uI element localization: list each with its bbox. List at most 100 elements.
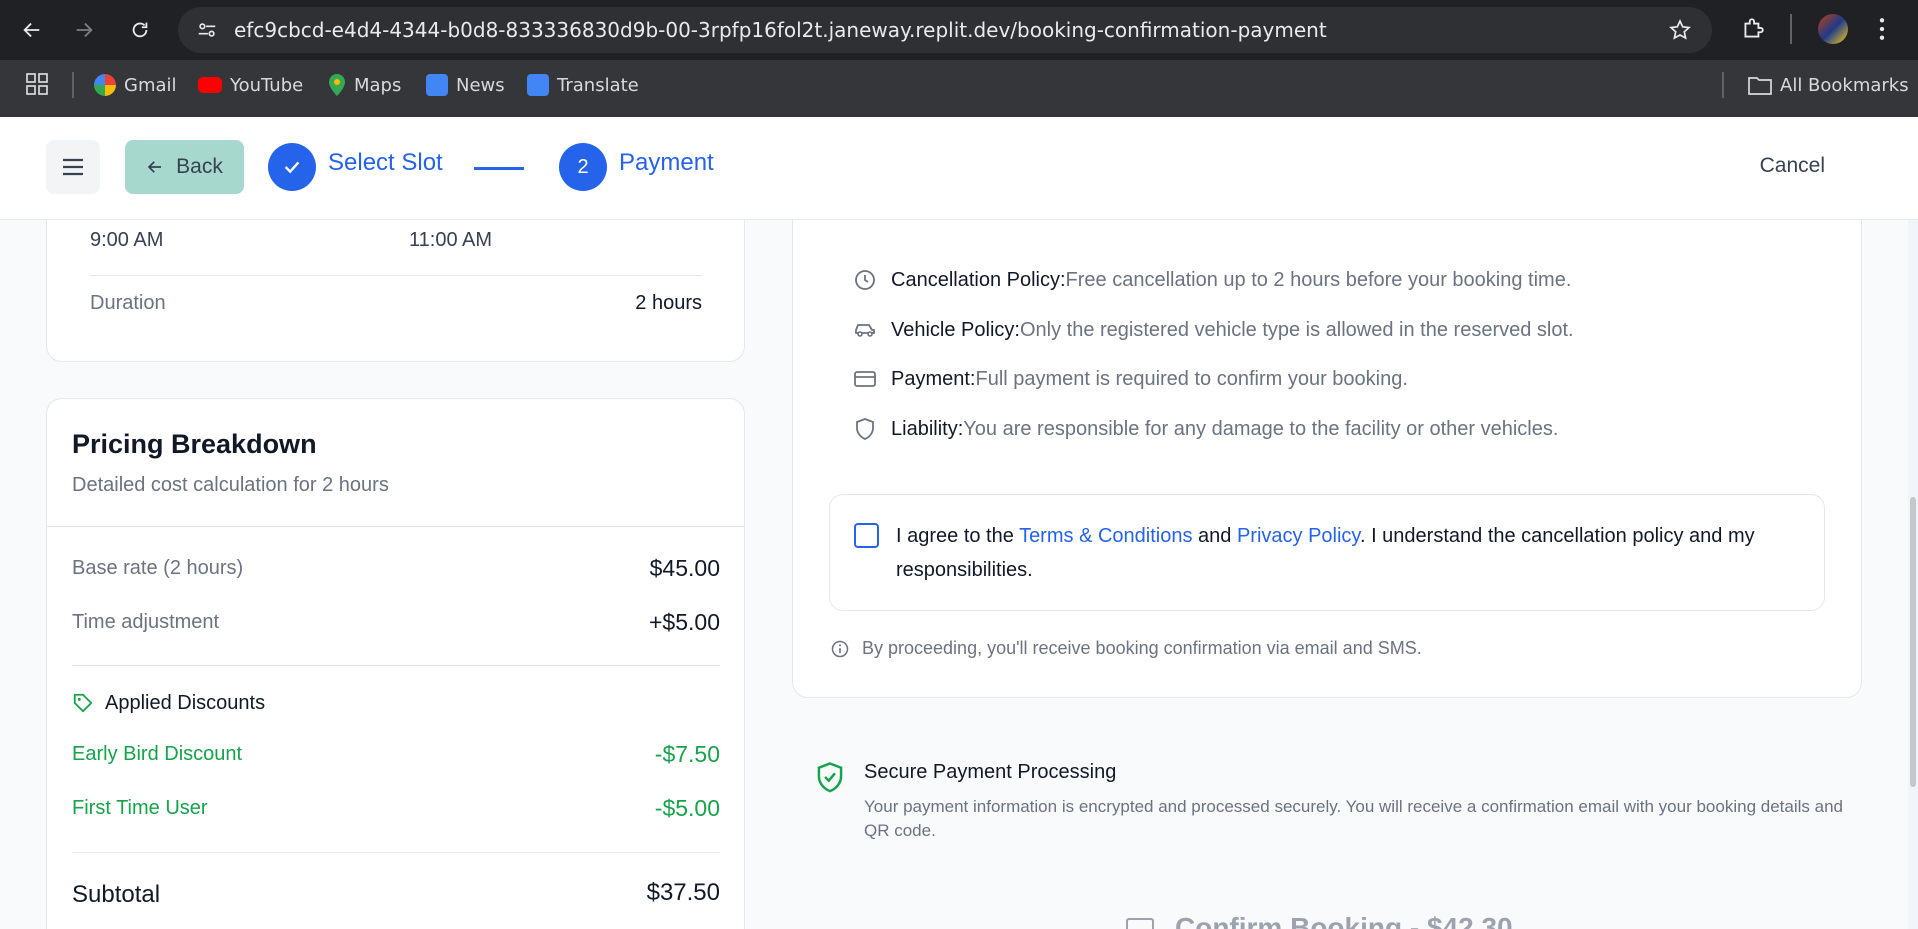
policy-description: Free cancellation up to 2 hours before y…: [1065, 268, 1572, 291]
privacy-link[interactable]: Privacy Policy: [1237, 525, 1360, 547]
bookmark-divider: [1722, 72, 1724, 98]
bookmark-label: Translate: [557, 74, 639, 96]
policy-description: Only the registered vehicle type is allo…: [1019, 318, 1574, 341]
discount-value: -$7.50: [654, 741, 720, 767]
applied-discounts-title: Applied Discounts: [105, 692, 266, 714]
maps-pin-icon: [329, 74, 345, 96]
pricing-title: Pricing Breakdown: [72, 429, 317, 459]
terms-checkbox[interactable]: [854, 523, 879, 548]
back-button[interactable]: Back: [125, 140, 244, 194]
pricing-breakdown-card: Pricing Breakdown Detailed cost calculat…: [46, 398, 745, 929]
translate-icon: [527, 74, 549, 96]
back-button-label: Back: [176, 155, 223, 178]
subtotal-value: $37.50: [646, 879, 720, 906]
star-icon[interactable]: [1668, 18, 1692, 47]
time-adjustment-value: +$5.00: [649, 609, 720, 635]
bookmark-translate[interactable]: Translate: [527, 70, 639, 100]
base-rate-value: $45.00: [649, 555, 720, 581]
policy-title: Vehicle Policy:: [891, 318, 1020, 341]
bookmark-youtube[interactable]: YouTube: [198, 70, 303, 100]
scrollbar-track[interactable]: [1908, 117, 1918, 929]
vehicle-policy-row: Vehicle Policy:Only the registered vehic…: [853, 315, 1574, 345]
agreement-prefix: I agree to the: [896, 525, 1020, 547]
agreement-text: I agree to the Terms & Conditions and Pr…: [896, 519, 1796, 587]
folder-icon: [1748, 77, 1772, 95]
credit-card-icon: [1126, 918, 1154, 929]
divider: [47, 526, 744, 527]
policy-description: You are responsible for any damage to th…: [963, 417, 1559, 440]
reload-icon[interactable]: [124, 14, 156, 46]
discount-label: Early Bird Discount: [72, 743, 243, 765]
policy-title: Payment:: [891, 367, 976, 390]
info-icon: [830, 639, 850, 664]
divider: [72, 852, 720, 853]
profile-avatar[interactable]: [1818, 14, 1848, 44]
policy-title: Cancellation Policy:: [891, 268, 1066, 291]
youtube-icon: [198, 77, 222, 93]
clock-icon: [855, 270, 875, 290]
start-time: 9:00 AM: [90, 229, 164, 251]
step-connector: [474, 167, 524, 170]
confirmation-notice: By proceeding, you'll receive booking co…: [862, 638, 1422, 658]
shield-check-icon: [815, 761, 845, 798]
bookmark-label: YouTube: [230, 74, 304, 96]
toolbar-divider: [1790, 14, 1792, 44]
confirm-booking-label: Confirm Booking - $42.30: [1175, 912, 1513, 929]
browser-toolbar: efc9cbcd-e4d4-4344-b0d8-833336830d9b-00-…: [0, 0, 1918, 60]
payment-policy-row: Payment:Full payment is required to conf…: [853, 364, 1408, 394]
time-adjustment-label: Time adjustment: [72, 611, 220, 633]
forward-arrow-icon[interactable]: [68, 14, 100, 46]
step-2-number: 2: [559, 143, 607, 191]
arrow-left-icon: [147, 161, 162, 173]
bookmark-label: Maps: [354, 74, 402, 96]
base-rate-label: Base rate (2 hours): [72, 557, 244, 579]
liability-policy-row: Liability:You are responsible for any da…: [853, 414, 1558, 444]
all-bookmarks[interactable]: All Bookmarks: [1748, 70, 1909, 100]
extensions-icon[interactable]: [1740, 16, 1766, 47]
divider: [90, 275, 702, 276]
back-arrow-icon[interactable]: [16, 14, 48, 46]
agreement-middle: and: [1192, 525, 1237, 547]
divider: [72, 665, 720, 666]
duration-label: Duration: [90, 292, 166, 314]
kebab-menu-icon[interactable]: [1876, 16, 1888, 47]
bookmark-label: All Bookmarks: [1780, 74, 1909, 96]
tag-icon: [72, 692, 94, 719]
discount-value: -$5.00: [654, 795, 720, 821]
credit-card-icon: [854, 371, 876, 387]
pricing-subtitle: Detailed cost calculation for 2 hours: [72, 474, 389, 496]
bookmark-divider: [72, 72, 74, 98]
policy-title: Liability:: [891, 417, 964, 440]
secure-title: Secure Payment Processing: [864, 761, 1117, 783]
google-icon: [94, 74, 116, 96]
bookmark-label: Gmail: [124, 74, 177, 96]
terms-agreement-box: I agree to the Terms & Conditions and Pr…: [829, 494, 1825, 611]
policies-card: Cancellation Policy:Free cancellation up…: [792, 160, 1862, 698]
bookmark-maps[interactable]: Maps: [328, 70, 401, 100]
bookmark-news[interactable]: News: [426, 70, 505, 100]
cancel-button[interactable]: Cancel: [1760, 154, 1825, 178]
step-2-label: Payment: [619, 149, 714, 176]
site-info-icon[interactable]: [196, 19, 218, 46]
duration-value: 2 hours: [635, 292, 702, 314]
discount-label: First Time User: [72, 797, 208, 819]
url-text: efc9cbcd-e4d4-4344-b0d8-833336830d9b-00-…: [234, 18, 1327, 42]
menu-button[interactable]: [46, 140, 100, 194]
policy-description: Full payment is required to confirm your…: [975, 367, 1408, 390]
shield-icon: [856, 418, 874, 440]
terms-link[interactable]: Terms & Conditions: [1019, 525, 1192, 547]
step-1-complete: [268, 143, 316, 191]
address-bar[interactable]: efc9cbcd-e4d4-4344-b0d8-833336830d9b-00-…: [178, 7, 1712, 53]
bookmark-gmail[interactable]: Gmail: [94, 70, 177, 100]
hamburger-icon: [63, 158, 83, 176]
cancellation-policy-row: Cancellation Policy:Free cancellation up…: [853, 265, 1571, 295]
apps-grid-icon[interactable]: [26, 73, 48, 100]
bookmark-label: News: [456, 74, 505, 96]
car-icon: [855, 324, 875, 337]
app-header: Back Select Slot 2 Payment Cancel: [0, 117, 1918, 220]
secure-description: Your payment information is encrypted an…: [864, 797, 1843, 840]
subtotal-label: Subtotal: [72, 881, 161, 908]
scrollbar-thumb[interactable]: [1910, 497, 1916, 787]
confirm-booking-button[interactable]: Confirm Booking - $42.30: [1125, 912, 1513, 929]
check-icon: [284, 161, 300, 174]
